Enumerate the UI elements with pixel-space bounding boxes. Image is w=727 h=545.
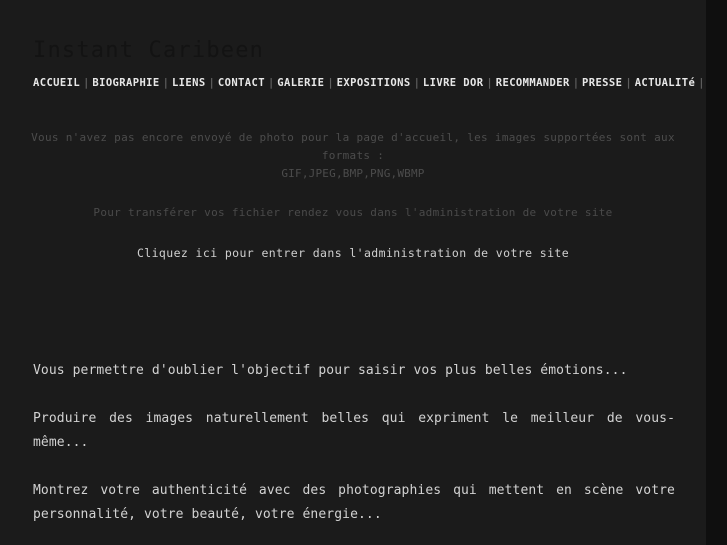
tagline-paragraph: Produire des images naturellement belles… (33, 411, 675, 451)
notice-transfer-instruction: Pour transférer vos fichier rendez vous … (93, 206, 613, 220)
nav-separator: | (327, 77, 334, 90)
nav-separator: | (486, 77, 493, 90)
layout-spacer (0, 261, 706, 359)
nav-item-biographie[interactable]: BIOGRAPHIE (92, 77, 159, 89)
nav-item-recommander[interactable]: RECOMMANDER (496, 77, 570, 89)
nav-separator: | (83, 77, 90, 90)
nav-separator: | (267, 77, 275, 90)
nav-separator: | (162, 77, 169, 90)
site-header: Instant Caribeen ACCUEIL | BIOGRAPHIE | LIEN… (0, 0, 706, 91)
nav-item-galerie[interactable]: GALERIE (277, 77, 324, 89)
nav-item-livre-dor[interactable]: LIVRE DOR (423, 77, 484, 89)
nav-separator: | (625, 77, 632, 90)
nav-separator: | (572, 77, 580, 90)
admin-link-container: Cliquez ici pour entrer dans l'administr… (0, 242, 706, 261)
notice-supported-formats: GIF,JPEG,BMP,PNG,WBMP (281, 167, 425, 181)
admin-panel-link[interactable]: Cliquez ici pour entrer dans l'administr… (137, 246, 569, 260)
nav-item-expositions[interactable]: EXPOSITIONS (337, 77, 411, 89)
tagline-paragraph: Vous permettre d'oublier l'objectif pour… (33, 363, 628, 379)
page-title: Instant Caribeen (33, 38, 265, 63)
notice-no-photo-message: Vous n'avez pas encore envoyé de photo p… (31, 131, 675, 163)
nav-separator: | (413, 77, 420, 90)
nav-item-accueil[interactable]: ACCUEIL (33, 77, 80, 89)
upload-notice: Vous n'avez pas encore envoyé de photo p… (0, 129, 706, 261)
nav-item-liens[interactable]: LIENS (172, 77, 206, 89)
nav-separator: | (698, 77, 705, 90)
nav-separator: | (208, 77, 215, 90)
nav-item-presse[interactable]: PRESSE (582, 77, 622, 89)
nav-item-contact[interactable]: CONTACT (218, 77, 265, 89)
main-content: Vous permettre d'oublier l'objectif pour… (0, 359, 706, 545)
page-container: Instant Caribeen ACCUEIL | BIOGRAPHIE | LIEN… (0, 0, 706, 545)
nav-item-actualite[interactable]: ACTUALITé (635, 77, 696, 89)
main-navigation: ACCUEIL | BIOGRAPHIE | LIENS | CONTACT | GALERIE… (0, 64, 705, 91)
tagline-paragraph: Montrez votre authenticité avec des phot… (33, 483, 675, 523)
